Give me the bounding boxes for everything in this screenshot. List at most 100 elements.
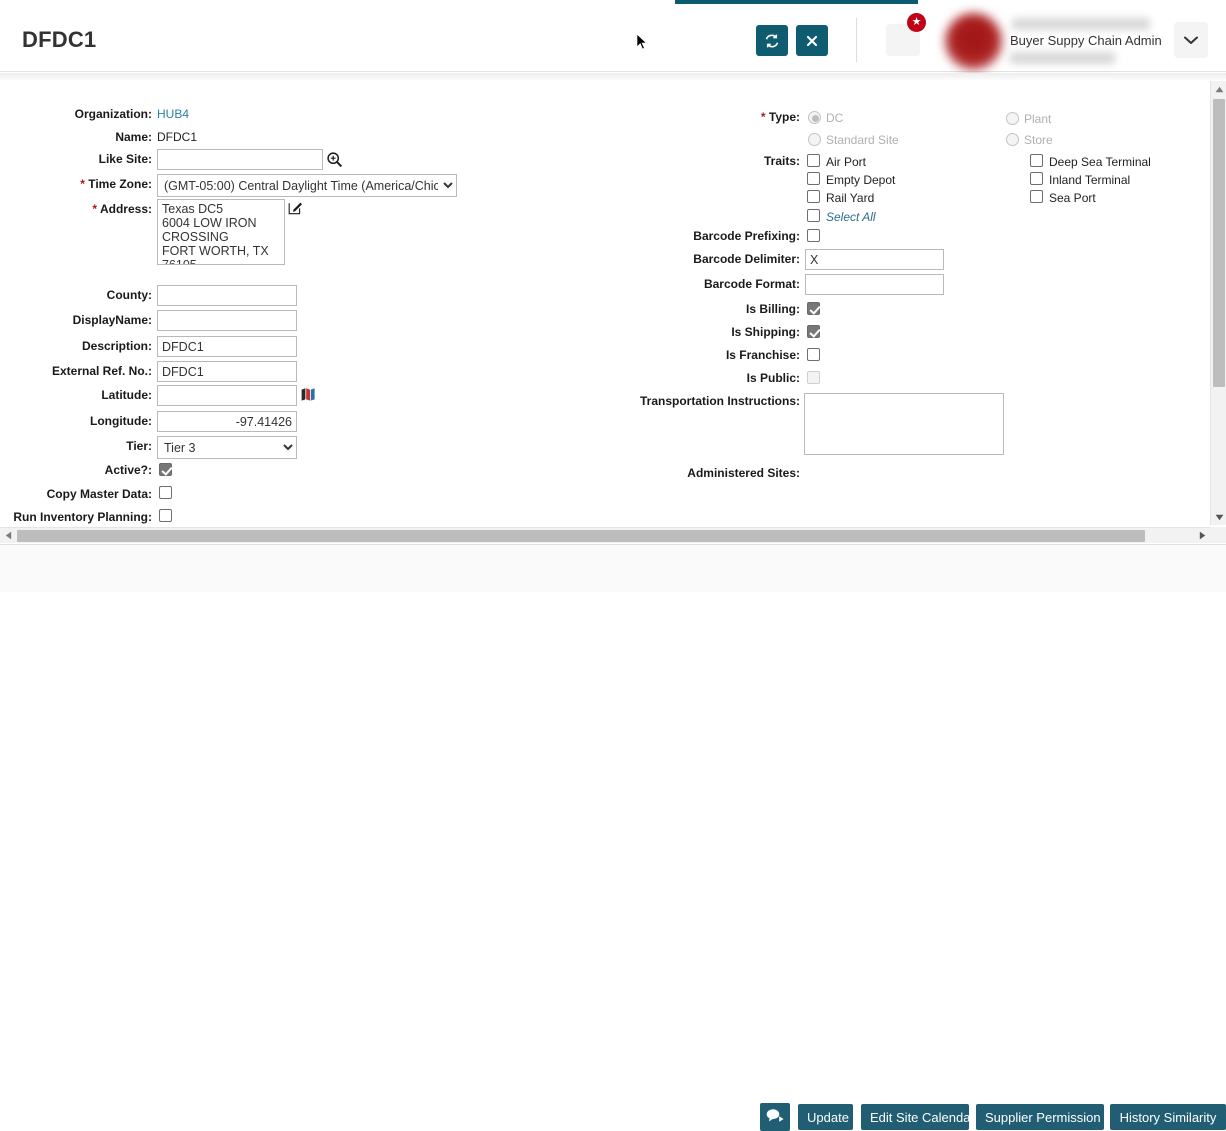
field-time-zone: * Time Zone: <box>0 177 152 197</box>
trait-checkbox-empty-depot[interactable] <box>807 172 820 185</box>
is-franchise-label: Is Franchise: <box>725 348 800 362</box>
trait-label-select-all[interactable]: Select All <box>826 210 876 224</box>
description-input[interactable] <box>157 336 297 357</box>
field-display-name: DisplayName: <box>0 313 152 333</box>
map-icon[interactable] <box>301 387 316 401</box>
latitude-input[interactable] <box>157 385 297 406</box>
time-zone-label: * Time Zone: <box>80 177 152 191</box>
tier-select[interactable]: Tier 3 <box>157 436 297 459</box>
display-name-input[interactable] <box>157 310 297 331</box>
horizontal-scroll-thumb[interactable] <box>17 530 1145 542</box>
trait-label-rail-yard: Rail Yard <box>826 191 875 205</box>
type-label-dc: DC <box>826 111 844 125</box>
barcode-prefixing-label: Barcode Prefixing: <box>693 229 800 243</box>
footer-toolbar: Update Edit Site Calendar Supplier Permi… <box>0 544 1226 1131</box>
active-checkbox[interactable] <box>159 463 172 476</box>
field-longitude: Longitude: <box>0 414 152 434</box>
horizontal-scrollbar[interactable] <box>0 527 1210 543</box>
field-county: County: <box>0 288 152 308</box>
is-billing-checkbox[interactable] <box>807 302 820 315</box>
is-billing-label: Is Billing: <box>746 302 800 316</box>
trait-checkbox-rail-yard[interactable] <box>807 190 820 203</box>
triangle-right-icon <box>1199 529 1206 543</box>
scroll-down-button[interactable] <box>1211 509 1226 525</box>
type-radio-plant[interactable] <box>1006 112 1019 125</box>
barcode-format-input[interactable] <box>805 274 944 295</box>
type-radio-store[interactable] <box>1006 133 1019 146</box>
longitude-label: Longitude: <box>90 414 152 428</box>
vertical-scroll-thumb[interactable] <box>1213 99 1225 387</box>
star-badge-icon: ★ <box>907 13 926 32</box>
site-detail-form: Organization: HUB4 Name: DFDC1 Like Site… <box>0 81 1210 525</box>
time-zone-label-text: Time Zone: <box>88 177 152 191</box>
run-inventory-planning-label: Run Inventory Planning: <box>13 510 152 524</box>
trait-checkbox-inland-terminal[interactable] <box>1030 172 1043 185</box>
is-public-label: Is Public: <box>746 371 800 385</box>
field-is-franchise: Is Franchise: <box>640 348 800 368</box>
field-external-ref: External Ref. No.: <box>0 364 152 384</box>
scroll-up-button[interactable] <box>1211 81 1226 97</box>
field-address: * Address: <box>0 202 152 222</box>
field-is-shipping: Is Shipping: <box>640 325 800 345</box>
trait-checkbox-select-all[interactable] <box>807 209 820 222</box>
content-top-shadow <box>0 73 1226 81</box>
edit-site-calendar-button[interactable]: Edit Site Calendar <box>861 1104 975 1130</box>
longitude-input[interactable] <box>157 411 297 432</box>
run-inventory-planning-checkbox[interactable] <box>159 509 172 522</box>
organization-value-link[interactable]: HUB4 <box>157 107 189 121</box>
field-active: Active?: <box>0 463 152 483</box>
vertical-scrollbar[interactable] <box>1210 81 1226 525</box>
edit-pencil-icon[interactable] <box>288 200 303 215</box>
comment-button[interactable] <box>760 1103 790 1131</box>
county-input[interactable] <box>157 285 297 306</box>
trait-checkbox-air-port[interactable] <box>807 154 820 167</box>
close-icon <box>805 34 819 48</box>
user-role-label: Buyer Suppy Chain Admin <box>1010 33 1162 48</box>
external-ref-input[interactable] <box>157 361 297 382</box>
type-radio-dc[interactable] <box>808 111 821 124</box>
close-button[interactable] <box>796 25 828 56</box>
refresh-button[interactable] <box>756 25 788 56</box>
trait-label-deep-sea-terminal: Deep Sea Terminal <box>1049 155 1151 169</box>
type-label-standard-site: Standard Site <box>826 133 899 147</box>
field-administered-sites: Administered Sites: <box>600 466 800 486</box>
type-radio-standard-site[interactable] <box>808 133 821 146</box>
type-label-plant: Plant <box>1024 112 1052 126</box>
field-tier: Tier: <box>0 439 152 459</box>
time-zone-select[interactable]: (GMT-05:00) Central Daylight Time (Ameri… <box>157 174 457 197</box>
is-shipping-checkbox[interactable] <box>807 325 820 338</box>
chevron-down-icon <box>1184 33 1198 48</box>
transportation-instructions-label: Transportation Instructions: <box>639 394 800 408</box>
copy-master-data-checkbox[interactable] <box>159 486 172 499</box>
header-divider <box>856 18 857 62</box>
trait-label-sea-port: Sea Port <box>1049 191 1096 205</box>
address-textarea[interactable]: Texas DC5 6004 LOW IRON CROSSING FORT WO… <box>157 199 285 265</box>
user-menu-button[interactable] <box>1174 22 1208 58</box>
search-zoom-icon[interactable] <box>326 151 343 168</box>
field-transportation-instructions: Transportation Instructions: <box>560 394 800 414</box>
name-value: DFDC1 <box>157 130 198 144</box>
trait-checkbox-deep-sea-terminal[interactable] <box>1030 154 1043 167</box>
history-similarity-button[interactable]: History Similarity <box>1110 1104 1226 1130</box>
description-label: Description: <box>81 339 152 353</box>
field-type: * Type: <box>640 110 800 130</box>
user-info[interactable]: Buyer Suppy Chain Admin <box>1010 14 1180 68</box>
transportation-instructions-textarea[interactable] <box>804 393 1004 455</box>
triangle-left-icon <box>5 529 12 543</box>
is-franchise-checkbox[interactable] <box>807 348 820 361</box>
field-barcode-format: Barcode Format: <box>640 277 800 297</box>
scroll-right-button[interactable] <box>1194 528 1210 544</box>
traits-label: Traits: <box>763 154 800 168</box>
field-name: Name: <box>0 130 152 150</box>
latitude-label: Latitude: <box>101 388 152 402</box>
scroll-left-button[interactable] <box>0 528 16 544</box>
update-button[interactable]: Update <box>798 1104 853 1130</box>
like-site-input[interactable] <box>157 149 323 170</box>
supplier-permission-button[interactable]: Supplier Permission <box>976 1104 1104 1130</box>
field-like-site: Like Site: <box>0 152 152 172</box>
trait-checkbox-sea-port[interactable] <box>1030 190 1043 203</box>
name-label: Name: <box>115 130 152 144</box>
barcode-prefixing-checkbox[interactable] <box>807 229 820 242</box>
user-name-redacted <box>1012 18 1150 30</box>
barcode-delimiter-input[interactable] <box>805 249 944 270</box>
